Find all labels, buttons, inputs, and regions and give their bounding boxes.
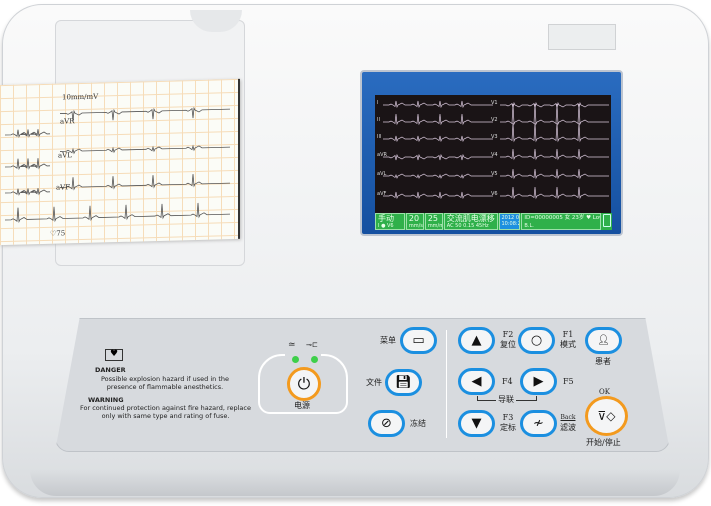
f5-label: F5 xyxy=(563,377,574,386)
start-stop-icon: ⊽◇ xyxy=(597,409,616,423)
warning-text: For continued protection against fire ha… xyxy=(80,404,251,420)
ecg-trace xyxy=(500,122,609,143)
ecg-trace xyxy=(5,129,50,138)
ecg-trace xyxy=(5,202,230,224)
status-datetime: 2012 07/1210:08:28 xyxy=(498,213,521,230)
display-status-bar: 手动I ● V6 20mm/s 25mm/mV 交流肌电漂移AC 50 0.15… xyxy=(375,213,612,230)
ecg-trace xyxy=(60,106,230,122)
battery-symbol-icon: ⊸⊏ xyxy=(306,341,318,349)
power-label: 电源 xyxy=(294,401,310,410)
printout-lead-label: aVF xyxy=(56,183,71,192)
arrow-down-icon: ▼ xyxy=(471,416,482,431)
battery-icon xyxy=(603,214,611,227)
file-label: 文件 xyxy=(366,378,382,387)
lead-label: V2 xyxy=(491,117,498,123)
mode-button[interactable]: ○ xyxy=(518,327,555,354)
f3-label: F3 定标 xyxy=(500,413,516,432)
save-icon: 💾︎ xyxy=(395,375,412,390)
circle-icon: ○ xyxy=(530,333,543,348)
status-filter: 交流肌电漂移 AC 50 0.15 45Hz xyxy=(443,213,498,230)
f4-label: F4 xyxy=(502,377,513,386)
printout-lead-label: aVR xyxy=(60,117,75,126)
battery-indicator-led xyxy=(311,356,318,363)
leads-label: 导联 xyxy=(496,395,516,405)
power-button[interactable]: ⏻ xyxy=(287,367,321,401)
start-stop-label: 开始/停止 xyxy=(586,438,621,447)
danger-title: DANGER xyxy=(95,366,126,374)
person-icon: 👤︎ xyxy=(597,335,610,346)
down-button[interactable]: ▼ xyxy=(458,410,495,437)
printout-heart-rate: ♡75 xyxy=(50,229,66,238)
back-filter-label: Back 滤波 xyxy=(560,414,576,432)
lead-label: V5 xyxy=(491,171,498,177)
freeze-label: 冻结 xyxy=(410,419,426,428)
ecg-trace xyxy=(500,103,609,126)
start-stop-button[interactable]: ⊽◇ xyxy=(585,396,628,436)
ecg-trace xyxy=(500,186,609,200)
lead-label: aVR xyxy=(377,152,387,158)
ecg-trace xyxy=(383,153,493,161)
filter-wave-icon: ≁ xyxy=(533,416,544,431)
label-window xyxy=(548,24,616,50)
f1-label: F1 模式 xyxy=(560,330,576,349)
status-patient: ID=00000005 女 23岁 ♥ Low B.L. xyxy=(521,213,602,230)
ecg-trace xyxy=(500,148,609,161)
ecg-trace xyxy=(383,173,493,179)
file-button[interactable]: 💾︎ xyxy=(385,369,422,396)
lead-label: II xyxy=(377,117,380,123)
lead-label: aVF xyxy=(377,191,387,197)
left-button[interactable]: ◀ xyxy=(458,368,495,395)
printout-lead-label: aVL xyxy=(58,151,72,160)
ecg-trace xyxy=(5,158,50,171)
prohibited-icon: ⊘ xyxy=(381,416,392,431)
status-speed: 20 mm/s xyxy=(405,213,424,230)
ecg-printout: 10mm/mV aVR aVL aVF ♡75 xyxy=(0,78,240,246)
ecg-trace xyxy=(60,174,230,191)
lead-label: V4 xyxy=(491,152,498,158)
device-base xyxy=(30,470,680,496)
arrow-up-icon: ▲ xyxy=(471,333,482,348)
lead-label: V3 xyxy=(491,134,498,140)
defibrillation-proof-icon: ♥ xyxy=(105,349,123,361)
menu-icon: ▭ xyxy=(412,333,425,348)
ecg-trace xyxy=(383,191,493,200)
power-icon: ⏻ xyxy=(297,374,311,393)
warning-title: WARNING xyxy=(88,396,124,404)
patient-label: 患者 xyxy=(595,357,611,366)
ecg-trace xyxy=(500,168,609,180)
status-mode: 手动 I ● V6 xyxy=(375,213,405,230)
danger-text: Possible explosion hazard if used in the… xyxy=(100,375,229,391)
lead-label: I xyxy=(377,100,379,106)
arrow-left-icon: ◀ xyxy=(471,374,482,389)
right-button[interactable]: ▶ xyxy=(520,368,557,395)
status-gain: 25mm/mV xyxy=(424,213,443,230)
up-button[interactable]: ▲ xyxy=(458,327,495,354)
f2-label: F2 复位 xyxy=(500,330,516,349)
ecg-trace xyxy=(383,135,493,143)
patient-button[interactable]: 👤︎ xyxy=(585,327,622,354)
printout-scale: 10mm/mV xyxy=(62,92,99,102)
divider xyxy=(446,330,447,438)
ac-indicator-led xyxy=(292,356,299,363)
lead-label: V1 xyxy=(491,100,498,106)
lead-label: V6 xyxy=(491,191,498,197)
ecg-trace xyxy=(383,100,493,109)
filter-button[interactable]: ≁ xyxy=(520,410,557,437)
menu-button[interactable]: ▭ xyxy=(400,327,437,354)
lead-label: III xyxy=(377,134,382,140)
arrow-right-icon: ▶ xyxy=(533,374,544,389)
printout-waveforms xyxy=(5,106,230,224)
ecg-trace xyxy=(500,101,609,109)
ecg-trace xyxy=(383,113,493,126)
freeze-button[interactable]: ⊘ xyxy=(368,410,405,437)
menu-label: 菜单 xyxy=(380,336,396,345)
ecg-trace xyxy=(60,144,230,155)
ecg-trace xyxy=(5,188,50,196)
ac-power-icon: ≃ xyxy=(288,340,296,350)
lead-label: aVL xyxy=(377,171,387,177)
ecg-display: I V1 II V2 III V3 aVR V4 aVL V5 aVF V6 xyxy=(375,95,611,213)
